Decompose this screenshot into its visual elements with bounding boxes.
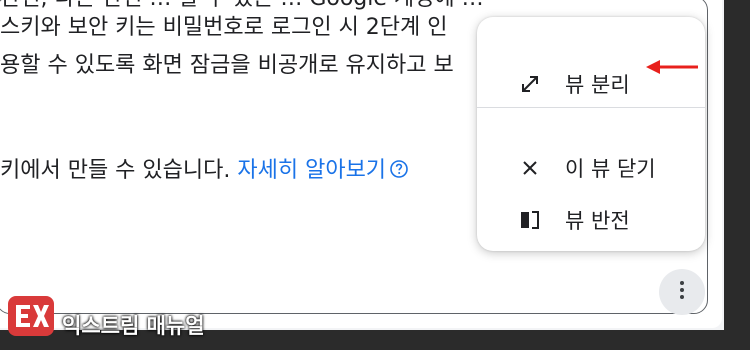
logo-tagline: More Better IT Life bbox=[64, 298, 139, 307]
dark-background-right bbox=[724, 0, 750, 350]
open-in-new-window-icon bbox=[517, 71, 543, 97]
menu-item-close-view[interactable]: 이 뷰 닫기 bbox=[477, 145, 705, 191]
close-icon bbox=[517, 155, 543, 181]
context-menu: 뷰 분리 이 뷰 닫기 뷰 반전 bbox=[477, 17, 705, 251]
text-line-1: 안전, 다른 안전 … 할 수 있는 … Google 계정에 … bbox=[0, 0, 484, 12]
menu-item-label: 이 뷰 닫기 bbox=[565, 157, 656, 181]
browser-window: 안전, 다른 안전 … 할 수 있는 … Google 계정에 … 스키와 보안… bbox=[0, 0, 722, 328]
red-arrow-annotation bbox=[644, 58, 700, 76]
flip-view-icon bbox=[517, 207, 543, 233]
menu-item-label: 뷰 반전 bbox=[565, 209, 630, 233]
more-vert-icon bbox=[679, 280, 685, 304]
logo-name: 익스트림 매뉴얼 bbox=[62, 314, 205, 338]
logo-mark bbox=[8, 296, 54, 336]
help-icon[interactable] bbox=[389, 159, 409, 179]
text-line-4: 키에서 만들 수 있습니다. 자세히 알아보기 bbox=[0, 158, 409, 184]
more-options-button[interactable] bbox=[659, 269, 705, 315]
learn-more-link[interactable]: 자세히 알아보기 bbox=[237, 158, 386, 183]
text-line-2: 스키와 보안 키는 비밀번호로 로그인 시 2단계 인 bbox=[0, 15, 448, 40]
watermark-logo: More Better IT Life 익스트림 매뉴얼 bbox=[8, 290, 208, 342]
menu-item-flip-view[interactable]: 뷰 반전 bbox=[477, 197, 705, 243]
menu-item-label: 뷰 분리 bbox=[565, 73, 630, 97]
text-line-3: 용할 수 있도록 화면 잠금을 비공개로 유지하고 보 bbox=[0, 53, 454, 78]
menu-divider bbox=[477, 107, 705, 108]
text-line-4-body: 키에서 만들 수 있습니다. bbox=[0, 158, 238, 183]
